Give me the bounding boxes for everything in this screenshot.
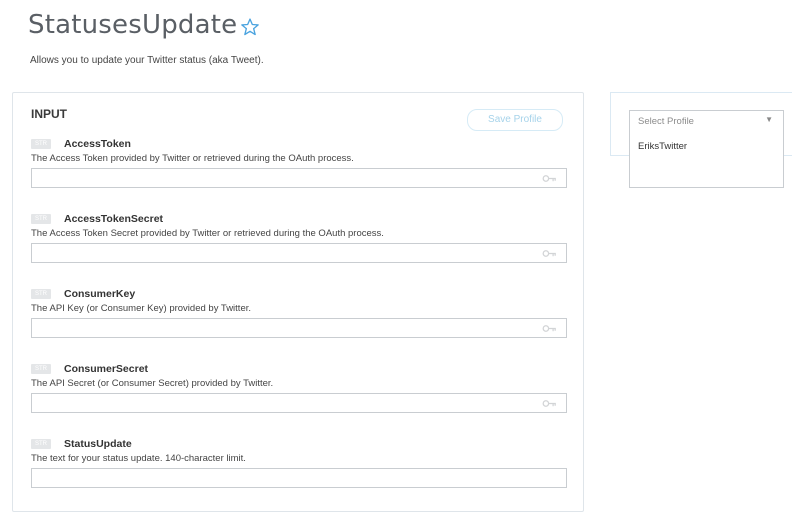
page-title: StatusesUpdate bbox=[28, 10, 238, 40]
field-access-token: STR AccessToken The Access Token provide… bbox=[31, 137, 567, 188]
key-icon bbox=[542, 250, 556, 257]
key-icon bbox=[542, 175, 556, 182]
consumer-key-input[interactable] bbox=[31, 318, 567, 338]
field-description: The API Key (or Consumer Key) provided b… bbox=[31, 303, 252, 314]
field-consumer-key: STR ConsumerKey The API Key (or Consumer… bbox=[31, 287, 567, 338]
field-description: The Access Token provided by Twitter or … bbox=[31, 153, 354, 164]
field-label: AccessTokenSecret bbox=[64, 213, 164, 225]
field-label: ConsumerKey bbox=[64, 288, 136, 300]
key-icon bbox=[542, 400, 556, 407]
type-badge: STR bbox=[31, 439, 51, 449]
field-label: ConsumerSecret bbox=[64, 363, 149, 375]
access-token-input[interactable] bbox=[31, 168, 567, 188]
consumer-secret-input[interactable] bbox=[31, 393, 567, 413]
field-access-token-secret: STR AccessTokenSecret The Access Token S… bbox=[31, 212, 567, 263]
field-label: StatusUpdate bbox=[64, 438, 132, 450]
star-icon[interactable] bbox=[240, 17, 260, 37]
type-badge: STR bbox=[31, 289, 51, 299]
type-badge: STR bbox=[31, 139, 51, 149]
field-status-update: STR StatusUpdate The text for your statu… bbox=[31, 437, 567, 488]
field-description: The Access Token Secret provided by Twit… bbox=[31, 228, 384, 239]
type-badge: STR bbox=[31, 364, 51, 374]
key-icon bbox=[542, 325, 556, 332]
profile-option[interactable]: EriksTwitter bbox=[638, 141, 687, 152]
page-header: StatusesUpdate bbox=[28, 10, 260, 40]
field-description: The API Secret (or Consumer Secret) prov… bbox=[31, 378, 274, 389]
status-update-input[interactable] bbox=[31, 468, 567, 488]
access-token-secret-input[interactable] bbox=[31, 243, 567, 263]
field-label: AccessToken bbox=[64, 138, 131, 150]
select-placeholder: Select Profile bbox=[638, 116, 694, 127]
profile-select[interactable]: Select Profile ▼ bbox=[629, 110, 784, 132]
page-description: Allows you to update your Twitter status… bbox=[30, 55, 264, 66]
input-heading: INPUT bbox=[31, 107, 67, 121]
chevron-down-icon: ▼ bbox=[765, 115, 773, 124]
type-badge: STR bbox=[31, 214, 51, 224]
field-description: The text for your status update. 140-cha… bbox=[31, 453, 246, 464]
input-panel: INPUT Save Profile STR AccessToken The A… bbox=[12, 92, 584, 512]
profile-dropdown-list: EriksTwitter bbox=[629, 131, 784, 188]
save-profile-button[interactable]: Save Profile bbox=[467, 109, 563, 131]
field-consumer-secret: STR ConsumerSecret The API Secret (or Co… bbox=[31, 362, 567, 413]
